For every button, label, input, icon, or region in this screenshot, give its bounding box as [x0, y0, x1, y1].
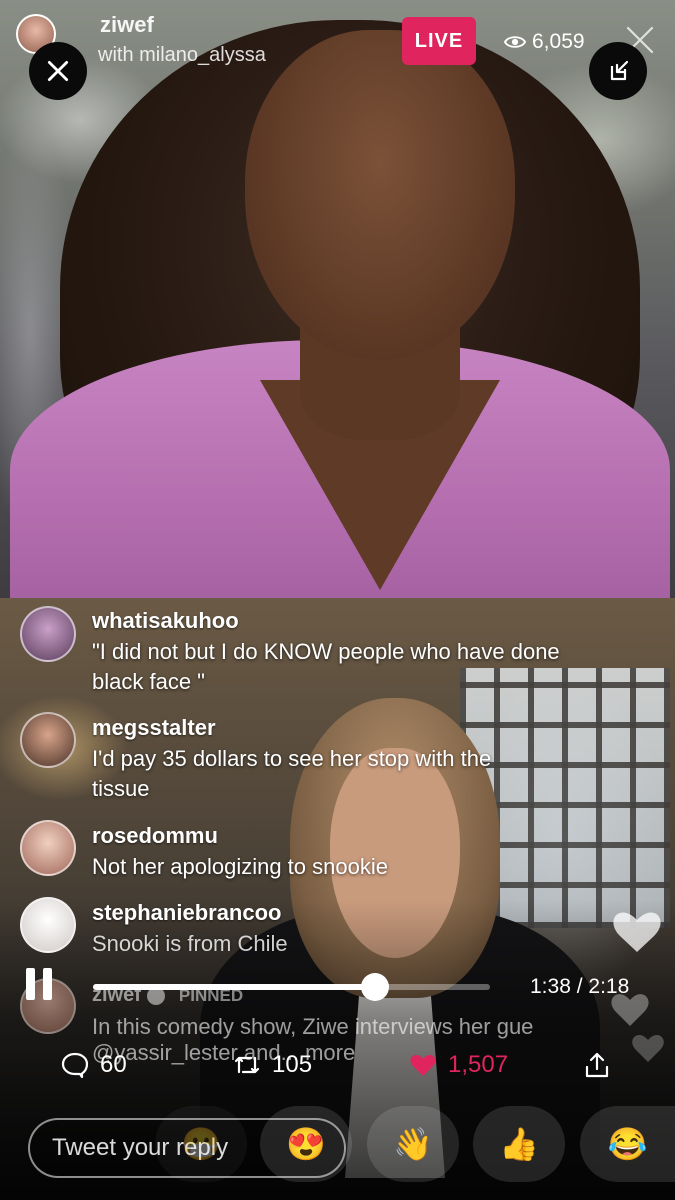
total-duration: 2:18 — [588, 975, 630, 998]
emoji-thumbs-up-button[interactable]: 👍 — [473, 1106, 565, 1182]
time-readout: 1:38 / 2:18 — [530, 975, 629, 999]
minimize-icon — [610, 60, 629, 81]
pause-button[interactable] — [26, 968, 56, 1004]
commenter-name[interactable]: whatisakuhoo — [92, 608, 239, 634]
close-button[interactable] — [29, 42, 87, 100]
elapsed-time: 1:38 — [530, 975, 571, 998]
pause-bar-icon — [26, 968, 35, 1000]
comment-text: "I did not but I do KNOW people who have… — [92, 639, 560, 694]
retweet-button[interactable]: 105 — [232, 1050, 312, 1080]
pinned-text-more[interactable]: @yassir_lester and... more — [92, 1040, 355, 1066]
emoji-wave-button[interactable]: 👋 — [367, 1106, 459, 1182]
comment-text: I'd pay 35 dollars to see her stop with … — [92, 746, 492, 801]
viewer-count-value: 6,059 — [532, 30, 585, 53]
minimize-button[interactable] — [589, 42, 647, 100]
commenter-avatar[interactable] — [20, 820, 76, 876]
time-separator: / — [576, 975, 583, 998]
host-face — [245, 30, 515, 360]
like-count: 1,507 — [448, 1051, 509, 1078]
host-video — [0, 0, 675, 598]
commenter-name[interactable]: megsstalter — [92, 715, 216, 741]
pause-bar-icon — [43, 968, 52, 1000]
comment-text: Snooki is from Chile — [92, 931, 288, 951]
emoji-heart-eyes-button[interactable]: 😍 — [260, 1106, 352, 1182]
commenter-avatar[interactable] — [20, 897, 76, 953]
reply-count: 60 — [100, 1051, 127, 1078]
live-badge: LIVE — [402, 17, 476, 65]
commenter-name[interactable]: rosedommu — [92, 823, 218, 849]
commenter-avatar[interactable] — [20, 712, 76, 768]
progress-fill — [93, 984, 375, 990]
retweet-count: 105 — [272, 1051, 313, 1078]
progress-bar[interactable] — [93, 973, 490, 1001]
guest-line: with milano_alyssa — [98, 44, 266, 66]
commenter-name[interactable]: stephaniebrancoo — [92, 900, 281, 926]
host-name[interactable]: ziwef — [100, 12, 154, 38]
like-button[interactable]: 1,507 — [408, 1050, 508, 1080]
heart-icon — [410, 1054, 436, 1076]
emoji-mask-button[interactable]: 😷 — [155, 1106, 247, 1182]
viewer-count: 6,059 — [504, 30, 585, 54]
comment-icon — [61, 1052, 89, 1079]
emoji-laugh-button[interactable]: 😂 — [580, 1106, 675, 1182]
progress-thumb[interactable] — [360, 973, 389, 1001]
share-icon — [585, 1052, 609, 1078]
eye-icon — [504, 36, 526, 48]
commenter-avatar[interactable] — [20, 606, 76, 662]
close-icon — [47, 60, 69, 82]
comment-text: Not her apologizing to snookie — [92, 854, 388, 879]
share-button[interactable] — [582, 1050, 612, 1080]
reply-button[interactable]: 60 — [60, 1050, 127, 1080]
retweet-icon — [234, 1056, 260, 1074]
pinned-text: In this comedy show, Ziwe interviews her… — [92, 1014, 534, 1039]
